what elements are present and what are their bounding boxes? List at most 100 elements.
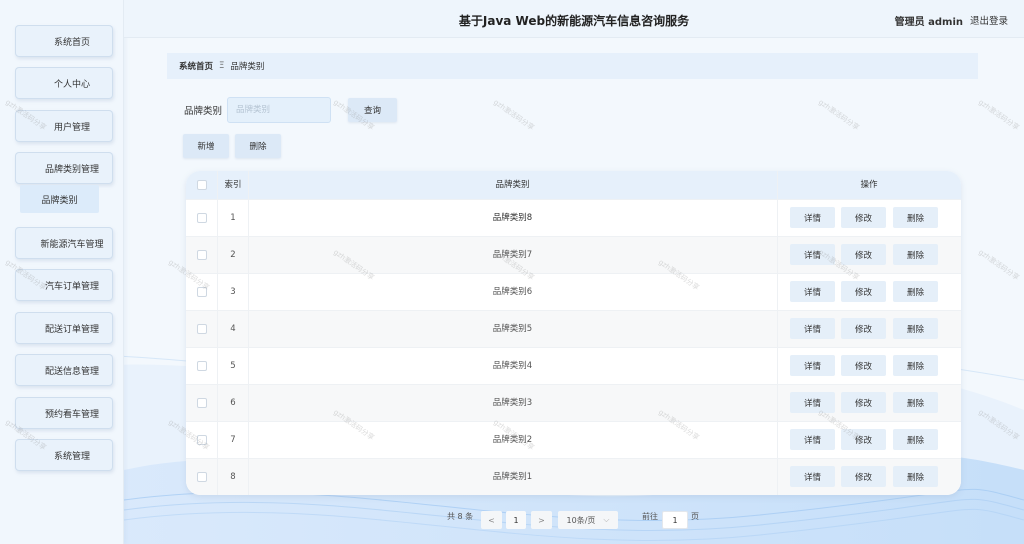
header-name: 品牌类别 (495, 180, 530, 190)
delete-button[interactable]: 删除 (893, 429, 938, 450)
row-index: 2 (230, 250, 236, 260)
row-name: 品牌类别3 (492, 398, 533, 408)
detail-button[interactable]: 详情 (790, 207, 835, 228)
delete-button[interactable]: 删除 (893, 244, 938, 265)
row-checkbox[interactable] (197, 361, 207, 371)
breadcrumb-separator-icon: Ξ (219, 61, 225, 71)
edit-button[interactable]: 修改 (841, 429, 886, 450)
edit-button[interactable]: 修改 (841, 281, 886, 302)
row-checkbox[interactable] (197, 398, 207, 408)
sidebar-subitem-brand-category[interactable]: 品牌类别 (20, 185, 99, 213)
sidebar-item-label: 预约看车管理 (44, 409, 99, 420)
table-row: 1 品牌类别8 详情 修改 删除 (186, 199, 961, 236)
brand-category-table: 索引 品牌类别 操作 1 品牌类别8 详情 修改 删除 2 品牌类别7 详情 修改 删除 3 品牌类别… (186, 171, 961, 495)
row-checkbox[interactable] (197, 287, 207, 297)
sidebar-item-label: 汽车订单管理 (44, 281, 99, 292)
delete-button[interactable]: 删除 (893, 392, 938, 413)
pagination-current-page[interactable]: 1 (506, 511, 526, 529)
edit-button[interactable]: 修改 (841, 392, 886, 413)
pagination-prev-button[interactable]: < (481, 511, 502, 529)
breadcrumb-current: 品牌类别 (230, 62, 265, 72)
row-name: 品牌类别2 (492, 435, 533, 445)
row-checkbox[interactable] (197, 213, 207, 223)
edit-button[interactable]: 修改 (841, 244, 886, 265)
detail-button[interactable]: 详情 (790, 466, 835, 487)
table-header: 索引 品牌类别 操作 (186, 171, 961, 199)
sidebar-item-ev[interactable]: 新能源汽车管理 (15, 227, 113, 259)
delete-button[interactable]: 删除 (893, 281, 938, 302)
row-index: 4 (230, 324, 236, 334)
delete-button[interactable]: 删除 (893, 466, 938, 487)
row-index: 8 (230, 472, 236, 482)
select-all-checkbox[interactable] (197, 180, 207, 190)
row-checkbox[interactable] (197, 435, 207, 445)
sidebar-item-delivery-info[interactable]: 配送信息管理 (15, 354, 113, 386)
table-row: 7 品牌类别2 详情 修改 删除 (186, 421, 961, 458)
sidebar-item-label: 品牌类别管理 (44, 164, 99, 175)
edit-button[interactable]: 修改 (841, 207, 886, 228)
row-checkbox[interactable] (197, 472, 207, 482)
table-row: 3 品牌类别6 详情 修改 删除 (186, 273, 961, 310)
row-name: 品牌类别8 (492, 213, 533, 223)
sidebar-item-home[interactable]: 系统首页 (15, 25, 113, 57)
sidebar-item-delivery-orders[interactable]: 配送订单管理 (15, 312, 113, 344)
logout-link[interactable]: 退出登录 (970, 13, 1008, 27)
page-size-select[interactable]: 10条/页 ⌵ (558, 511, 618, 529)
row-name: 品牌类别6 (492, 287, 533, 297)
pagination-page-suffix: 页 (691, 512, 699, 521)
row-name: 品牌类别7 (492, 250, 533, 260)
row-checkbox[interactable] (197, 250, 207, 260)
sidebar-item-label: 配送信息管理 (44, 366, 99, 377)
header-index: 索引 (224, 180, 242, 190)
detail-button[interactable]: 详情 (790, 318, 835, 339)
sidebar-item-label: 系统首页 (53, 37, 90, 48)
current-user: 管理员 admin (894, 17, 963, 28)
detail-button[interactable]: 详情 (790, 392, 835, 413)
batch-delete-button[interactable]: 删除 (235, 134, 281, 158)
table-row: 6 品牌类别3 详情 修改 删除 (186, 384, 961, 421)
row-index: 7 (230, 435, 236, 445)
header-ops: 操作 (860, 180, 878, 190)
sidebar-item-brand-category[interactable]: 品牌类别管理 (15, 152, 113, 184)
search-input[interactable] (227, 97, 331, 123)
detail-button[interactable]: 详情 (790, 244, 835, 265)
row-name: 品牌类别4 (492, 361, 533, 371)
sidebar-item-label: 配送订单管理 (44, 324, 99, 335)
sidebar-item-label: 个人中心 (53, 79, 90, 90)
sidebar-item-profile[interactable]: 个人中心 (15, 67, 113, 99)
detail-button[interactable]: 详情 (790, 429, 835, 450)
edit-button[interactable]: 修改 (841, 466, 886, 487)
delete-button[interactable]: 删除 (893, 207, 938, 228)
sidebar-item-appointments[interactable]: 预约看车管理 (15, 397, 113, 429)
row-index: 5 (230, 361, 236, 371)
table-row: 4 品牌类别5 详情 修改 删除 (186, 310, 961, 347)
table-row: 8 品牌类别1 详情 修改 删除 (186, 458, 961, 495)
delete-button[interactable]: 删除 (893, 355, 938, 376)
table-row: 2 品牌类别7 详情 修改 删除 (186, 236, 961, 273)
add-button[interactable]: 新增 (183, 134, 229, 158)
breadcrumb-home[interactable]: 系统首页 (179, 60, 213, 72)
search-label: 品牌类别 (184, 106, 223, 117)
row-index: 1 (230, 213, 236, 223)
sidebar-item-car-orders[interactable]: 汽车订单管理 (15, 269, 113, 301)
pagination-next-button[interactable]: > (531, 511, 552, 529)
edit-button[interactable]: 修改 (841, 318, 886, 339)
edit-button[interactable]: 修改 (841, 355, 886, 376)
detail-button[interactable]: 详情 (790, 281, 835, 302)
sidebar-subitem-label: 品牌类别 (41, 195, 78, 206)
detail-button[interactable]: 详情 (790, 355, 835, 376)
sidebar-item-users[interactable]: 用户管理 (15, 110, 113, 142)
sidebar-item-label: 用户管理 (53, 122, 90, 133)
goto-page-input[interactable]: 1 (662, 511, 688, 529)
sidebar: 系统首页 个人中心 用户管理 品牌类别管理 品牌类别 新能源汽车管理 汽车订单管… (0, 0, 124, 544)
page-size-value: 10条/页 (566, 515, 596, 525)
delete-button[interactable]: 删除 (893, 318, 938, 339)
table-row: 5 品牌类别4 详情 修改 删除 (186, 347, 961, 384)
breadcrumb: 系统首页 Ξ 品牌类别 (167, 53, 978, 79)
row-checkbox[interactable] (197, 324, 207, 334)
query-button[interactable]: 查询 (348, 98, 397, 122)
row-name: 品牌类别1 (492, 472, 533, 482)
sidebar-item-label: 新能源汽车管理 (40, 239, 104, 250)
chevron-down-icon: ⌵ (603, 515, 610, 524)
sidebar-item-system[interactable]: 系统管理 (15, 439, 113, 471)
